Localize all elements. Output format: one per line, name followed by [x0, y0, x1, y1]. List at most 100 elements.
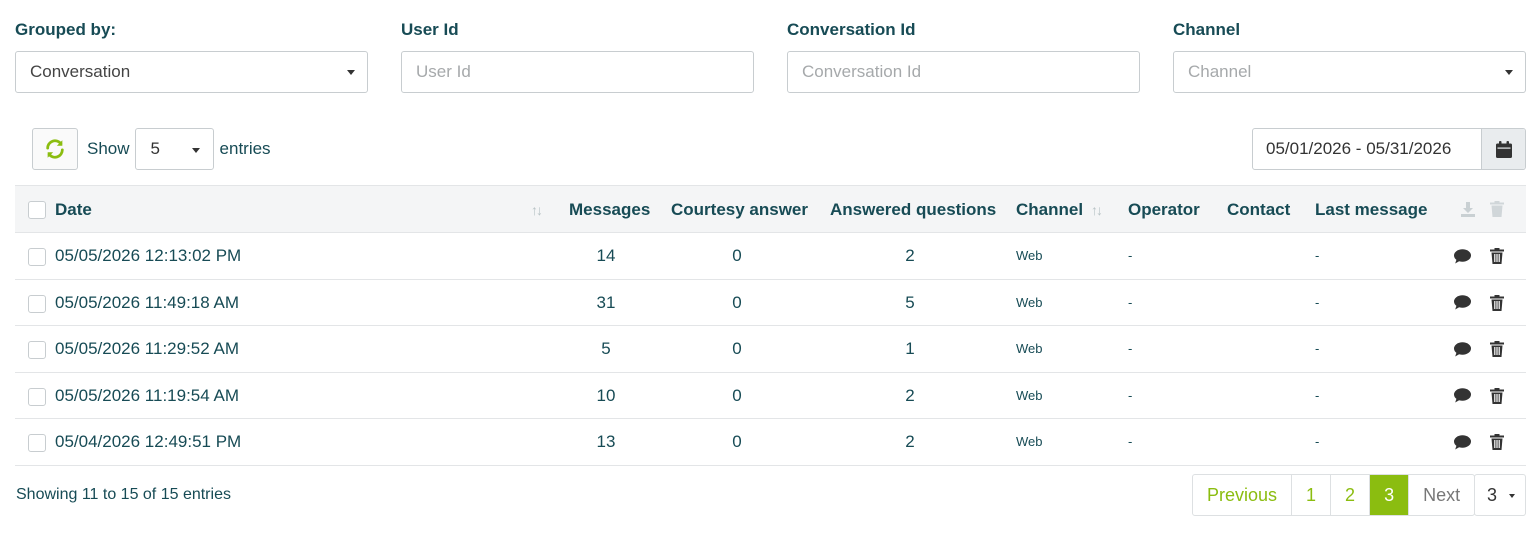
filter-bar: Grouped by: Conversation User Id Convers…	[15, 0, 1526, 100]
next-button[interactable]: Next	[1409, 475, 1474, 515]
row-messages: 5	[601, 339, 611, 359]
table-toolbar: Show 5 entries	[32, 128, 271, 170]
conversation-id-label: Conversation Id	[787, 20, 916, 39]
conversation-id-field	[787, 51, 1140, 93]
trash-all-icon[interactable]	[1490, 201, 1504, 217]
row-messages: 31	[596, 292, 616, 312]
table-row: 05/04/2026 12:49:51 PM 13 0 2 Web - -	[15, 419, 1526, 466]
chat-icon[interactable]	[1453, 434, 1471, 450]
calendar-icon	[1495, 140, 1512, 158]
grouped-by-select[interactable]: Conversation	[15, 51, 368, 93]
trash-icon[interactable]	[1490, 294, 1504, 311]
page-1-button[interactable]: 1	[1292, 475, 1332, 515]
grouped-by-label: Grouped by:	[15, 20, 117, 39]
column-channel[interactable]: Channel	[1016, 186, 1083, 233]
trash-icon[interactable]	[1490, 387, 1504, 404]
table-row: 05/05/2026 11:29:52 AM 5 0 1 Web - -	[15, 326, 1526, 373]
row-operator: -	[1128, 341, 1133, 357]
row-last-message: -	[1315, 387, 1320, 403]
calendar-button[interactable]	[1481, 129, 1525, 169]
trash-icon[interactable]	[1490, 341, 1504, 358]
row-date-link[interactable]: 05/05/2026 11:49:18 AM	[55, 280, 239, 326]
chat-icon[interactable]	[1453, 248, 1471, 264]
caret-down-icon	[191, 148, 200, 153]
row-channel: Web	[1016, 248, 1043, 263]
row-answered-questions: 2	[905, 432, 915, 452]
page-3-button[interactable]: 3	[1370, 475, 1410, 515]
row-checkbox[interactable]	[28, 248, 46, 266]
page-jump-select[interactable]: 3	[1474, 474, 1526, 516]
channel-filter: Channel Channel	[1173, 18, 1526, 93]
column-date[interactable]: Date	[55, 186, 92, 233]
row-messages: 10	[596, 385, 616, 405]
table-body: 05/05/2026 12:13:02 PM 14 0 2 Web - -05/05/202…	[15, 233, 1526, 466]
page-jump-value: 3	[1487, 484, 1498, 505]
row-answered-questions: 2	[905, 385, 915, 405]
user-id-field	[401, 51, 754, 93]
conversation-id-filter: Conversation Id	[787, 18, 1140, 93]
row-checkbox[interactable]	[28, 294, 46, 313]
select-all-checkbox[interactable]	[28, 201, 46, 219]
entries-per-page-select[interactable]: 5	[134, 128, 214, 170]
row-operator: -	[1128, 248, 1133, 263]
date-range-picker[interactable]: 05/01/2026 - 05/31/2026	[1252, 128, 1526, 170]
conversation-id-input[interactable]	[802, 62, 1125, 82]
grouped-by-filter: Grouped by: Conversation	[15, 18, 368, 93]
column-messages[interactable]: Messages	[569, 186, 650, 233]
column-courtesy-answer[interactable]: Courtesy answer	[671, 186, 808, 233]
column-last-message[interactable]: Last message	[1315, 186, 1427, 233]
trash-icon[interactable]	[1490, 248, 1504, 264]
user-id-input[interactable]	[416, 62, 739, 82]
table-row: 05/05/2026 11:19:54 AM 10 0 2 Web - -	[15, 373, 1526, 420]
sort-channel-icon[interactable]: ↑↓	[1091, 186, 1103, 233]
column-answered-questions[interactable]: Answered questions	[830, 186, 996, 233]
download-icon[interactable]	[1460, 201, 1476, 217]
row-courtesy-answer: 0	[732, 246, 742, 265]
row-answered-questions: 1	[905, 339, 915, 359]
trash-icon[interactable]	[1490, 434, 1504, 451]
row-operator: -	[1128, 294, 1133, 310]
table-header: Date ↑↓ Messages Courtesy answer Answere…	[15, 185, 1526, 233]
row-operator: -	[1128, 387, 1133, 403]
row-courtesy-answer: 0	[732, 339, 742, 359]
row-messages: 13	[596, 432, 616, 452]
refresh-button[interactable]	[32, 128, 78, 170]
sort-date-icon[interactable]: ↑↓	[531, 186, 543, 233]
row-date-link[interactable]: 05/05/2026 12:13:02 PM	[55, 233, 241, 279]
row-checkbox[interactable]	[28, 387, 46, 406]
row-checkbox[interactable]	[28, 434, 46, 453]
row-last-message: -	[1315, 434, 1320, 450]
chat-icon[interactable]	[1453, 388, 1471, 404]
row-date-link[interactable]: 05/04/2026 12:49:51 PM	[55, 419, 241, 465]
row-courtesy-answer: 0	[732, 292, 742, 312]
caret-down-icon	[1505, 70, 1513, 75]
row-last-message: -	[1315, 248, 1320, 263]
date-range-value[interactable]: 05/01/2026 - 05/31/2026	[1253, 129, 1481, 169]
column-operator[interactable]: Operator	[1128, 186, 1200, 233]
channel-select[interactable]: Channel	[1173, 51, 1526, 93]
row-last-message: -	[1315, 294, 1320, 310]
conversations-table: Date ↑↓ Messages Courtesy answer Answere…	[15, 185, 1526, 466]
row-courtesy-answer: 0	[732, 432, 742, 452]
row-date-link[interactable]: 05/05/2026 11:19:54 AM	[55, 373, 239, 419]
chat-icon[interactable]	[1453, 295, 1471, 311]
row-channel: Web	[1016, 341, 1043, 357]
row-checkbox[interactable]	[28, 341, 46, 360]
channel-label: Channel	[1173, 20, 1241, 39]
user-id-label: User Id	[401, 20, 459, 39]
caret-down-icon	[347, 70, 355, 75]
user-id-filter: User Id	[401, 18, 754, 93]
chat-icon[interactable]	[1453, 341, 1471, 357]
row-last-message: -	[1315, 341, 1320, 357]
table-row: 05/05/2026 11:49:18 AM 31 0 5 Web - -	[15, 280, 1526, 327]
previous-button[interactable]: Previous	[1193, 475, 1293, 515]
row-answered-questions: 5	[905, 292, 915, 312]
row-channel: Web	[1016, 434, 1043, 450]
page-2-button[interactable]: 2	[1331, 475, 1371, 515]
row-messages: 14	[596, 246, 616, 265]
grouped-by-value: Conversation	[30, 62, 131, 81]
caret-down-icon	[1509, 494, 1515, 498]
column-contact[interactable]: Contact	[1227, 186, 1290, 233]
entries-label: entries	[219, 139, 271, 158]
row-date-link[interactable]: 05/05/2026 11:29:52 AM	[55, 326, 239, 372]
